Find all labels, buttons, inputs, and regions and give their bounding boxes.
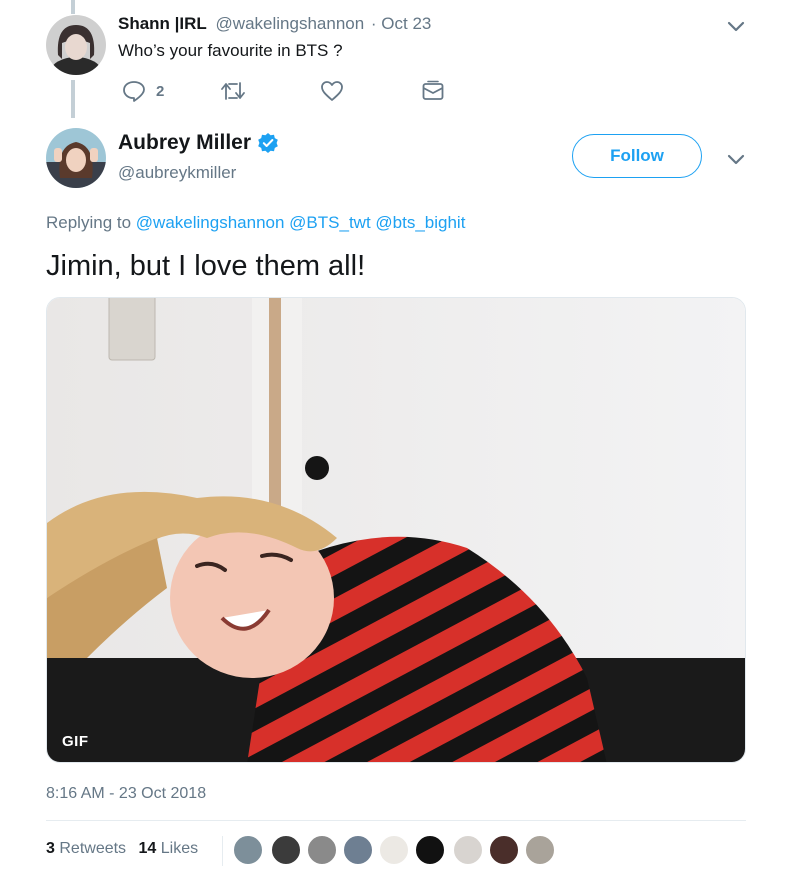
like-icon [321, 81, 343, 101]
tweet-timestamp[interactable]: 8:16 AM - 23 Oct 2018 [46, 785, 206, 803]
thread-line-bottom [71, 80, 75, 118]
liker-avatar[interactable] [414, 834, 446, 866]
liker-avatar[interactable] [378, 834, 410, 866]
liker-avatar[interactable] [524, 834, 556, 866]
retweets-stat[interactable]: 3 Retweets [46, 840, 131, 857]
retweet-icon [221, 82, 245, 100]
replying-mention-1[interactable]: @wakelingshannon [136, 213, 285, 232]
likers-separator [222, 836, 223, 866]
likes-count: 14 [138, 840, 157, 857]
parent-text: Who’s your favourite in BTS ? [118, 41, 343, 60]
verified-badge-icon [258, 133, 278, 153]
liker-avatar[interactable] [488, 834, 520, 866]
gif-image [47, 298, 745, 762]
stats-divider [46, 820, 746, 821]
parent-avatar[interactable] [46, 15, 106, 75]
gif-media[interactable] [46, 297, 746, 763]
liker-avatar[interactable] [342, 834, 374, 866]
reply-author: Aubrey Miller [118, 131, 279, 155]
reply-display-name[interactable]: Aubrey Miller [118, 131, 251, 155]
chevron-down-icon [727, 154, 745, 165]
reply-count: 2 [156, 82, 165, 100]
message-icon [422, 80, 444, 100]
like-button[interactable] [320, 80, 344, 102]
parent-date[interactable]: · Oct 23 [371, 14, 431, 33]
replying-to: Replying to @wakelingshannon @BTS_twt @b… [46, 213, 465, 233]
likes-stat[interactable]: 14 Likes [139, 840, 199, 857]
reply-text: Jimin, but I love them all! [46, 250, 366, 282]
retweets-count: 3 [46, 840, 55, 857]
retweet-button[interactable] [220, 80, 246, 102]
reply-handle[interactable]: @aubreykmiller [118, 163, 236, 183]
thread-line-top [71, 0, 75, 14]
reply-icon [123, 81, 145, 102]
parent-handle[interactable]: @wakelingshannon [216, 14, 365, 33]
replying-prefix: Replying to [46, 213, 132, 232]
follow-button[interactable]: Follow [572, 134, 702, 178]
liker-avatar[interactable] [452, 834, 484, 866]
reply-avatar[interactable] [46, 128, 106, 188]
likes-label: Likes [160, 840, 199, 857]
retweets-label: Retweets [59, 840, 127, 857]
liker-avatar[interactable] [306, 834, 338, 866]
replying-mention-2[interactable]: @BTS_twt [289, 213, 371, 232]
liker-avatar[interactable] [270, 834, 302, 866]
parent-more-caret[interactable] [726, 20, 746, 39]
parent-display-name[interactable]: Shann |IRL [118, 14, 207, 33]
liker-avatar[interactable] [232, 834, 264, 866]
reply-button[interactable]: 2 [122, 80, 164, 102]
chevron-down-icon [727, 21, 745, 32]
gif-badge: GIF [62, 733, 89, 750]
parent-header: Shann |IRL @wakelingshannon · Oct 23 [118, 14, 431, 34]
direct-message-button[interactable] [421, 80, 445, 102]
replying-mention-3[interactable]: @bts_bighit [375, 213, 465, 232]
reply-more-caret[interactable] [726, 153, 746, 172]
tweet-stats: 3 Retweets 14 Likes [46, 840, 198, 858]
